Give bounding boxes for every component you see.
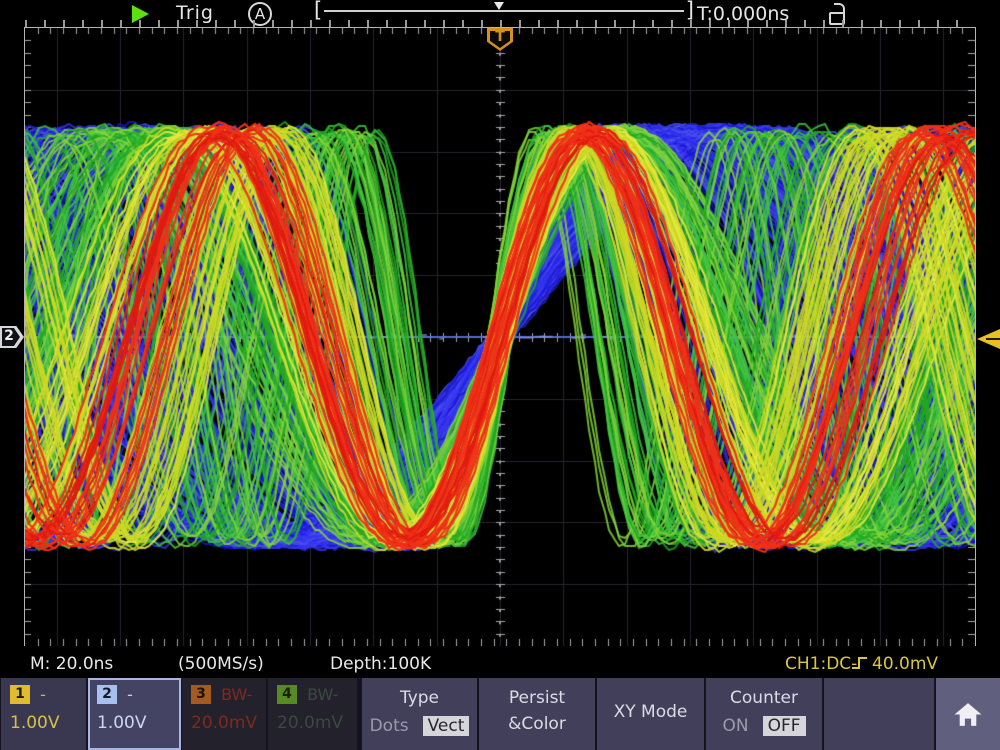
scope-display (24, 27, 976, 647)
memory-depth-readout: Depth:100K (330, 654, 431, 674)
menu-type[interactable]: Type Dots Vect (362, 678, 477, 750)
hpos-bracket-right: ] (686, 0, 694, 22)
home-button[interactable] (936, 678, 1000, 750)
trigger-level-arrow-notch (986, 338, 1000, 340)
channel-2-badge: 2 (97, 685, 117, 704)
channel-1-box[interactable]: 1 - 1.00V (1, 678, 86, 750)
hpos-marker-icon[interactable] (494, 2, 504, 10)
trigger-position-marker[interactable]: T (487, 28, 513, 51)
sample-rate-readout: (500MS/s) (178, 654, 264, 674)
channel-2-scale: 1.00V (97, 713, 179, 733)
trigger-source-readout: CH1:DC- (785, 654, 857, 674)
channel-1-badge: 1 (10, 685, 30, 704)
counter-option-off[interactable]: OFF (763, 716, 806, 736)
type-option-dots[interactable]: Dots (370, 716, 409, 736)
timebase-readout: M: 20.0ns (30, 654, 113, 674)
channel-4-mode: BW- (307, 685, 338, 704)
channel-1-mode: - (40, 685, 46, 704)
type-option-vect[interactable]: Vect (423, 716, 470, 736)
menu-xy-mode[interactable]: XY Mode (597, 678, 704, 750)
channel-3-scale: 20.0mV (191, 713, 266, 733)
menu-xy-title: XY Mode (597, 702, 704, 722)
waveform-canvas (25, 28, 975, 646)
trigger-marker-label: T (487, 29, 513, 45)
menu-persist-line2: &Color (479, 714, 595, 734)
menu-blank-cell (824, 678, 934, 750)
rising-edge-icon (851, 655, 868, 671)
channel-4-scale: 20.0mV (277, 713, 357, 733)
channel-4-box[interactable]: 4 BW- 20.0mV (268, 678, 357, 750)
horizontal-position-bar[interactable]: [ ] (314, 0, 694, 22)
menu-type-title: Type (362, 688, 477, 708)
channel-2-box[interactable]: 2 - 1.00V (88, 678, 181, 750)
ch2-marker-label: 2 (1, 328, 17, 344)
trigger-level-readout: 40.0mV (872, 654, 938, 674)
counter-option-on[interactable]: ON (722, 716, 748, 736)
channel-4-badge: 4 (277, 685, 297, 704)
menu-persist-color[interactable]: Persist &Color (479, 678, 595, 750)
home-icon (952, 700, 984, 728)
bottom-menu-bar: 1 - 1.00V 2 - 1.00V 3 BW- 20.0mV 4 BW- 2… (0, 678, 1000, 750)
ch2-position-marker[interactable]: 2 (0, 326, 24, 348)
menu-persist-line1: Persist (479, 688, 595, 708)
bottom-status-bar: M: 20.0ns (500MS/s) Depth:100K CH1:DC- 4… (0, 646, 1000, 678)
hpos-line (324, 10, 684, 12)
channel-1-scale: 1.00V (10, 713, 86, 733)
channel-2-mode: - (127, 685, 133, 704)
menu-counter[interactable]: Counter ON OFF (706, 678, 822, 750)
channel-3-badge: 3 (191, 685, 211, 704)
hpos-bracket-left: [ (314, 0, 322, 22)
channel-3-box[interactable]: 3 BW- 20.0mV (182, 678, 266, 750)
top-ruler-ticks (25, 20, 975, 27)
channel-3-mode: BW- (221, 685, 252, 704)
menu-counter-title: Counter (706, 688, 822, 708)
trigger-level-arrow-icon[interactable] (977, 329, 1000, 349)
